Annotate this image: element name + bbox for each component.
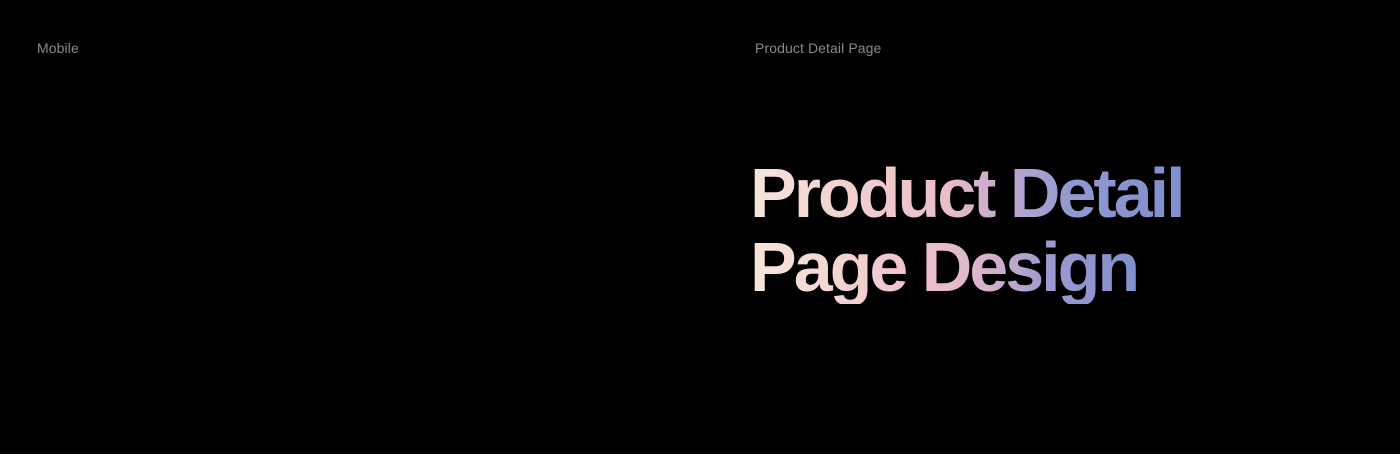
headline-line-1: Product Detail <box>750 156 1200 230</box>
section-label: Product Detail Page <box>755 40 882 56</box>
headline-line-2: Page Design <box>750 230 1200 304</box>
hero-headline: Product Detail Page Design <box>750 156 1200 304</box>
category-label: Mobile <box>37 40 79 56</box>
